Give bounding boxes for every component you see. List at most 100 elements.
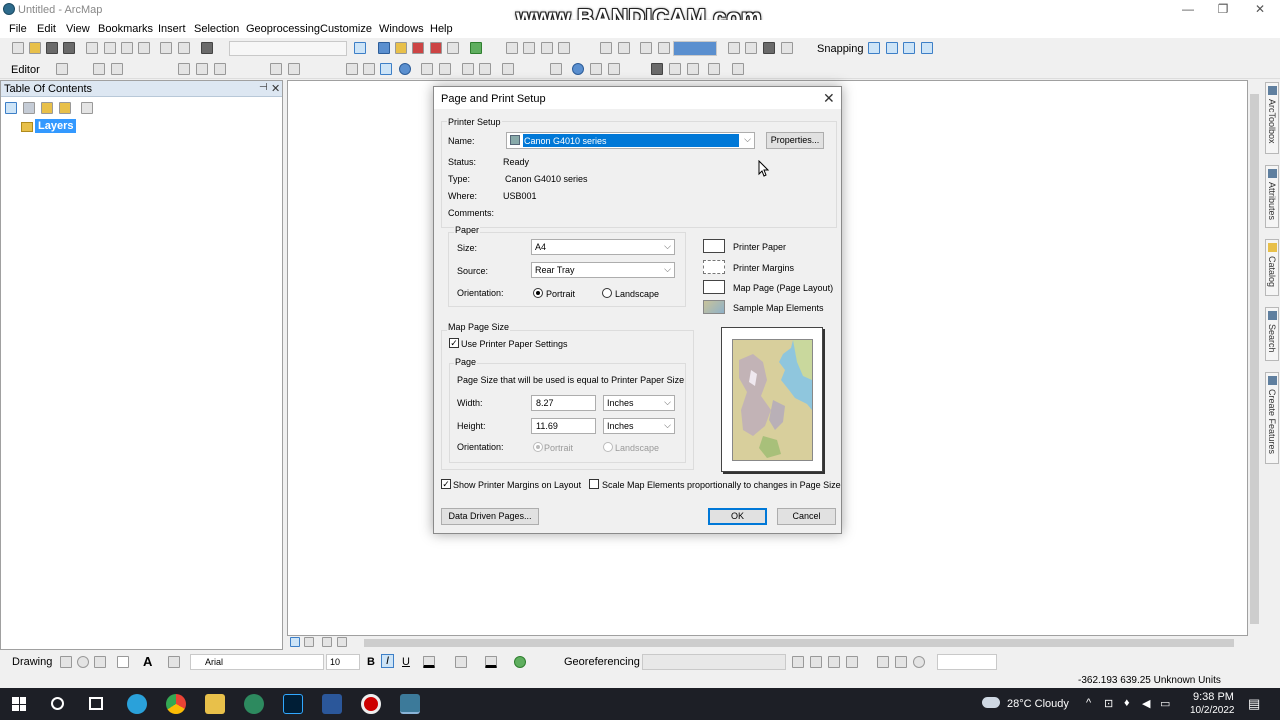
refresh-view-button[interactable] [322,637,332,647]
list-by-source-icon[interactable] [23,102,35,114]
change-layout-icon[interactable] [763,42,775,54]
data-driven-pages-icon[interactable] [781,42,793,54]
search-icon[interactable] [51,697,64,710]
printer-name-combo[interactable]: Canon G4010 series ⌵ [506,132,755,149]
viewer-icon[interactable] [895,656,907,668]
page-height-input[interactable]: 11.69 [531,418,596,434]
find-route-icon[interactable] [669,63,681,75]
properties-button[interactable]: Properties... [766,132,824,149]
attributes-tab[interactable]: Attributes [1265,165,1279,228]
add-data-icon[interactable] [201,42,213,54]
add-control-points-icon[interactable] [846,656,858,668]
scale-elements-label[interactable]: Scale Map Elements proportionally to cha… [602,480,841,490]
snapping-label[interactable]: Snapping [817,43,864,55]
italic-button[interactable]: I [381,654,395,668]
photoshop-app-icon[interactable] [283,694,303,714]
georef-rotate-icon[interactable] [792,656,804,668]
pan-hand-icon[interactable] [380,63,392,75]
full-extent-globe-icon[interactable] [399,63,411,75]
font-name-combo[interactable]: Arial [190,654,324,670]
arcmap-taskbar-icon[interactable] [400,694,420,714]
python-icon[interactable] [430,42,442,54]
map-scale-combo[interactable] [229,41,347,56]
underline-button[interactable]: U [402,656,410,668]
paste-icon[interactable] [121,42,133,54]
zoom-out-icon[interactable] [363,63,375,75]
paper-landscape-label[interactable]: Landscape [615,289,659,299]
arctoolbox-tab[interactable]: ArcToolbox [1265,82,1279,154]
close-icon[interactable]: ✕ [271,82,280,95]
select-elements-arrow-icon[interactable] [550,63,562,75]
menu-bookmarks[interactable]: Bookmarks [98,23,153,35]
windows-start-icon[interactable] [12,697,26,711]
weather-text[interactable]: 28°C Cloudy [1007,698,1069,710]
layout-zoom-in-icon[interactable] [506,42,518,54]
page-landscape-radio[interactable] [603,442,613,452]
bold-button[interactable]: B [367,656,375,668]
close-window-button[interactable]: ✕ [1252,2,1268,16]
layout-zoom-combo[interactable] [673,41,717,56]
go-to-xy-icon[interactable] [687,63,699,75]
menu-file[interactable]: File [9,23,27,35]
georeferencing-menu[interactable]: Georeferencing [564,656,640,668]
select-elements-icon[interactable] [60,656,72,668]
use-printer-settings-label[interactable]: Use Printer Paper Settings [461,339,568,349]
font-color-icon[interactable] [423,656,435,668]
html-popup-icon[interactable] [608,63,620,75]
zoom-in-icon[interactable] [346,63,358,75]
search-tab[interactable]: Search [1265,307,1279,361]
menu-geoprocessing[interactable]: Geoprocessing [246,23,320,35]
modelbuilder-icon[interactable] [447,42,459,54]
tray-chevron-icon[interactable]: ^ [1086,697,1091,709]
editor-menu[interactable]: Editor [11,64,40,76]
georef-shift-icon[interactable] [810,656,822,668]
new-document-icon[interactable] [12,42,24,54]
georef-scale-input[interactable] [937,654,997,670]
rotate-element-icon[interactable] [77,656,89,668]
zoom-100-icon[interactable] [600,42,612,54]
notifications-icon[interactable]: ▤ [1248,696,1260,712]
volume-icon[interactable]: ◀ [1142,697,1150,710]
edge-app-icon[interactable] [244,694,264,714]
network-icon[interactable]: ⊡ [1104,697,1113,710]
width-units-combo[interactable]: Inches ⌵ [603,395,675,411]
bandicam-app-icon[interactable] [361,694,381,714]
paper-portrait-label[interactable]: Portrait [546,289,575,299]
layout-zoom-out-icon[interactable] [523,42,535,54]
vertical-scrollbar[interactable] [1248,80,1262,636]
edge-snapping-icon[interactable] [921,42,933,54]
delete-icon[interactable] [138,42,150,54]
marker-color-icon[interactable] [514,656,526,668]
data-view-button[interactable] [304,637,314,647]
trace-icon[interactable] [111,63,123,75]
search-tool-icon[interactable] [470,42,482,54]
editor-toolbar-icon[interactable] [354,42,366,54]
split-tool-icon[interactable] [178,63,190,75]
cut-icon[interactable] [86,42,98,54]
find-binoculars-icon[interactable] [651,63,663,75]
data-driven-pages-button[interactable]: Data Driven Pages... [441,508,539,525]
task-view-icon[interactable] [89,697,103,710]
georef-scale-icon[interactable] [828,656,840,668]
clock-time[interactable]: 9:38 PM [1193,691,1234,703]
edit-vertices-icon[interactable] [168,656,180,668]
georef-layer-combo[interactable] [642,654,786,670]
microphone-icon[interactable]: ♦ [1124,697,1130,709]
text-tool-icon[interactable]: A [143,654,152,669]
menu-edit[interactable]: Edit [37,23,56,35]
menu-help[interactable]: Help [430,23,453,35]
georef-rotate-circle-icon[interactable] [913,656,925,668]
point-snapping-icon[interactable] [868,42,880,54]
identify-icon[interactable] [572,63,584,75]
menu-customize[interactable]: Customize [320,23,372,35]
zoom-to-selected-icon[interactable] [94,656,106,668]
hyperlink-icon[interactable] [590,63,602,75]
show-margins-label[interactable]: Show Printer Margins on Layout [453,480,581,490]
show-margins-checkbox[interactable]: ✓ [441,479,451,489]
height-units-combo[interactable]: Inches ⌵ [603,418,675,434]
back-arrow-icon[interactable] [462,63,474,75]
file-explorer-icon[interactable] [205,694,225,714]
select-features-icon[interactable] [502,63,514,75]
open-folder-icon[interactable] [29,42,41,54]
rotate-tool-icon[interactable] [196,63,208,75]
